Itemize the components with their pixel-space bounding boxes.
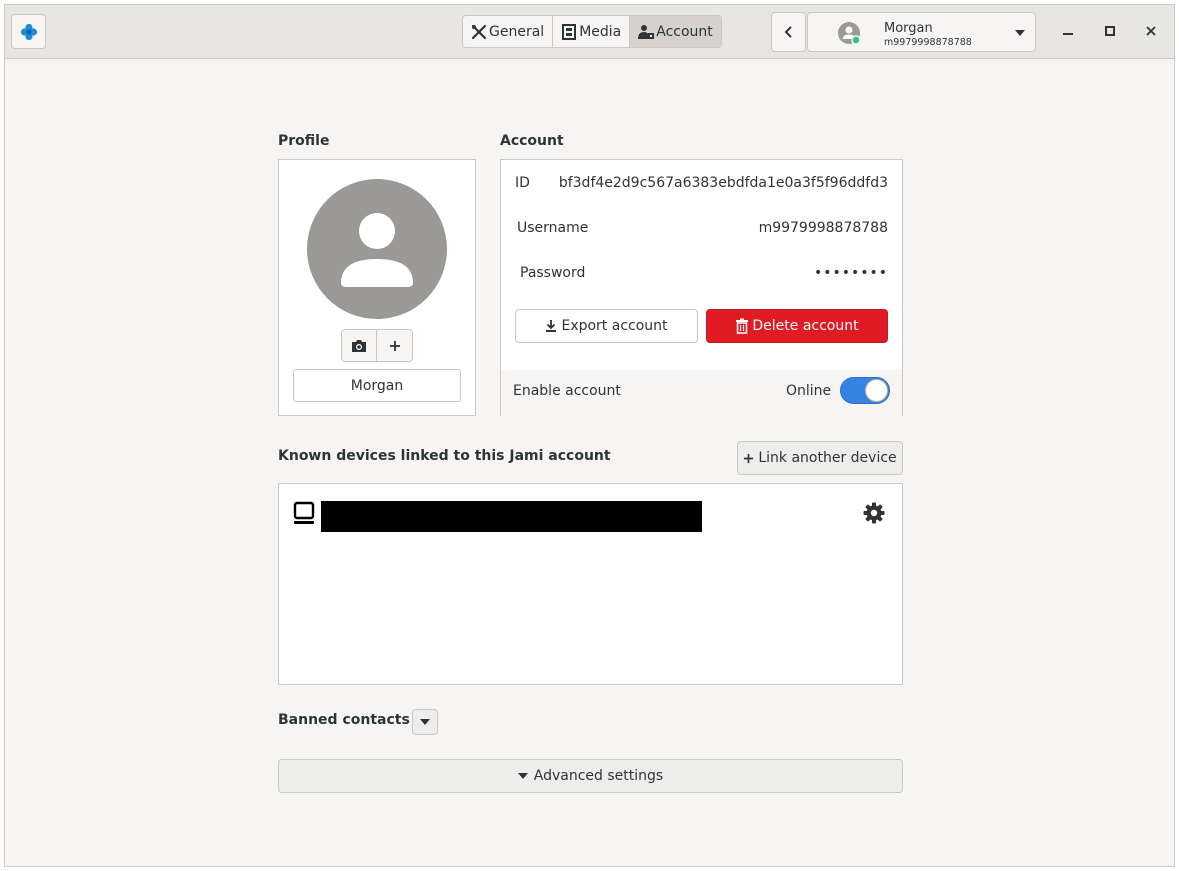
plus-icon <box>744 453 754 463</box>
account-card: ID bf3df4e2d9c567a6383ebdfda1e0a3f5f96dd… <box>500 159 903 416</box>
advanced-settings-button[interactable]: Advanced settings <box>278 759 903 793</box>
switch-knob <box>865 379 888 402</box>
account-username-row: Username m9979998878788 <box>501 220 902 240</box>
minimize-button[interactable] <box>1056 19 1080 43</box>
enable-account-label: Enable account <box>513 383 621 399</box>
account-selector[interactable]: Morgan m9979998878788 <box>807 12 1036 52</box>
download-icon <box>546 320 557 332</box>
close-icon <box>1146 26 1156 36</box>
account-username-label: Username <box>517 220 589 236</box>
account-icon <box>638 24 655 39</box>
tab-general[interactable]: General <box>463 16 554 47</box>
account-selector-username: m9979998878788 <box>884 37 972 48</box>
settings-tab-switcher: General Media Account <box>462 15 722 48</box>
banned-section-title: Banned contacts <box>278 712 410 728</box>
export-account-label: Export account <box>561 318 668 334</box>
choose-image-button[interactable] <box>377 330 412 361</box>
devices-section-title: Known devices linked to this Jami accoun… <box>278 448 611 464</box>
plus-icon <box>389 340 400 351</box>
account-status-text: Online <box>786 383 832 399</box>
avatar-actions <box>341 329 413 362</box>
profile-card: Morgan <box>278 159 476 416</box>
account-username-value: m9979998878788 <box>758 220 888 236</box>
account-selector-name: Morgan <box>884 21 933 36</box>
devices-list <box>278 483 903 685</box>
delete-account-button[interactable]: Delete account <box>706 309 888 343</box>
maximize-button[interactable] <box>1098 19 1122 43</box>
account-section-title: Account <box>500 133 564 149</box>
chevron-down-icon <box>420 719 430 725</box>
account-id-row: ID bf3df4e2d9c567a6383ebdfda1e0a3f5f96dd… <box>501 175 902 195</box>
tools-icon <box>471 24 487 39</box>
tab-account-label: Account <box>656 23 713 40</box>
account-password-value: •••••••• <box>813 265 888 281</box>
app-menu-button[interactable] <box>11 14 46 49</box>
header-bar: General Media Account Morgan m9979998878… <box>5 5 1174 59</box>
tab-media-label: Media <box>579 23 622 40</box>
enable-account-switch[interactable] <box>840 377 890 404</box>
take-photo-button[interactable] <box>342 330 377 361</box>
minimize-icon <box>1063 33 1073 35</box>
account-id-label: ID <box>515 175 530 191</box>
account-id-value: bf3df4e2d9c567a6383ebdfda1e0a3f5f96ddfd3 <box>558 175 888 191</box>
advanced-settings-label: Advanced settings <box>533 768 664 784</box>
close-button[interactable] <box>1139 19 1163 43</box>
trash-icon <box>736 318 749 334</box>
export-account-button[interactable]: Export account <box>515 309 698 343</box>
banned-contacts-expander[interactable] <box>412 709 438 735</box>
back-button[interactable] <box>771 12 806 52</box>
account-password-row[interactable]: Password •••••••• <box>501 265 902 285</box>
tab-general-label: General <box>489 23 545 40</box>
link-device-label: Link another device <box>758 450 897 466</box>
tab-account[interactable]: Account <box>630 16 721 47</box>
film-icon <box>562 23 577 40</box>
chevron-down-icon <box>1015 30 1025 36</box>
link-device-button[interactable]: Link another device <box>737 441 903 475</box>
display-name-input[interactable]: Morgan <box>293 369 461 402</box>
device-name-redacted <box>321 501 702 532</box>
jami-logo-icon <box>20 23 37 40</box>
chevron-down-icon <box>517 773 528 779</box>
chevron-left-icon <box>784 26 792 38</box>
profile-avatar <box>307 179 447 319</box>
camera-icon <box>352 339 366 352</box>
tab-media[interactable]: Media <box>553 16 631 47</box>
delete-account-label: Delete account <box>752 318 859 334</box>
profile-section-title: Profile <box>278 133 330 149</box>
computer-icon <box>293 501 315 524</box>
maximize-icon <box>1105 26 1115 36</box>
account-avatar-icon <box>838 22 860 44</box>
account-password-label: Password <box>520 265 586 281</box>
settings-window: General Media Account Morgan m9979998878… <box>4 4 1175 867</box>
gear-icon[interactable] <box>863 502 885 524</box>
enable-account-row: Enable account Online <box>501 370 902 416</box>
